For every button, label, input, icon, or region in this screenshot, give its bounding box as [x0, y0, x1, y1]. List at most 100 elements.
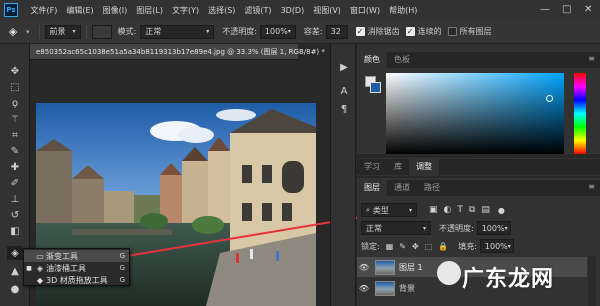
- layer-opacity-label: 不透明度:: [439, 223, 474, 233]
- menu-3d[interactable]: 3D(D): [276, 6, 309, 15]
- lock-all-icon[interactable]: 🔒: [438, 242, 448, 251]
- pattern-picker[interactable]: [91, 24, 112, 39]
- dodge-tool-icon[interactable]: ●: [7, 282, 23, 296]
- opacity-value: 100%: [264, 27, 288, 36]
- healing-brush-tool-icon[interactable]: ✚: [7, 160, 23, 174]
- chevron-down-icon: ▾: [507, 242, 511, 250]
- tab-channels[interactable]: 通道: [387, 180, 417, 196]
- paint-bucket-tool-label: 油漆桶工具: [46, 263, 86, 273]
- character-panel-icon[interactable]: A: [337, 84, 351, 98]
- paint-bucket-icon[interactable]: ◈: [0, 25, 26, 38]
- layer-name[interactable]: 图层 1: [399, 262, 423, 273]
- contiguous-checkbox[interactable]: ✓: [405, 27, 415, 36]
- paint-bucket-tool-icon[interactable]: ◈: [7, 246, 23, 260]
- tolerance-input[interactable]: 32: [325, 24, 348, 39]
- chevron-down-icon: ▾: [408, 206, 412, 214]
- gradient-icon: ▭: [36, 251, 44, 261]
- photoshop-logo: Ps: [4, 3, 18, 17]
- maximize-button[interactable]: □: [562, 4, 571, 15]
- menu-window[interactable]: 窗口(W): [345, 5, 384, 16]
- paragraph-panel-icon[interactable]: ¶: [337, 102, 351, 116]
- filter-toggle-icon[interactable]: ●: [498, 206, 505, 215]
- menu-edit[interactable]: 编辑(E): [62, 5, 98, 16]
- visibility-eye-icon[interactable]: 👁: [357, 263, 371, 272]
- layer-name[interactable]: 背景: [399, 283, 415, 294]
- panel-menu-icon[interactable]: ≡: [588, 182, 595, 191]
- lock-position-icon[interactable]: ✥: [412, 242, 419, 251]
- adjustments-panel: 学习 库 调整: [357, 158, 600, 176]
- tab-layers[interactable]: 图层: [357, 180, 387, 196]
- chevron-down-icon: ▾: [422, 224, 426, 232]
- opacity-label: 不透明度:: [222, 27, 257, 36]
- tab-paths[interactable]: 路径: [417, 180, 447, 196]
- layers-scrollbar[interactable]: [588, 256, 596, 306]
- tab-libraries[interactable]: 库: [387, 159, 409, 175]
- fill-input[interactable]: 100% ▾: [479, 239, 514, 253]
- smart-object-filter-icon[interactable]: ▤: [481, 205, 490, 215]
- options-bar: ◈ ▾ 前景 ▾ 模式: 正常 ▾ 不透明度: 100% ▾ 容差: 32 ✓ 消除锯…: [0, 20, 600, 44]
- color-picker-cursor[interactable]: [546, 95, 553, 102]
- marquee-tool-icon[interactable]: ⬚: [7, 80, 23, 94]
- tab-learn[interactable]: 学习: [357, 159, 387, 175]
- move-tool-icon[interactable]: ✥: [7, 64, 23, 78]
- chevron-down-icon[interactable]: ▾: [26, 28, 30, 36]
- menu-file[interactable]: 文件(F): [26, 5, 62, 16]
- antialias-checkbox[interactable]: ✓: [355, 27, 365, 36]
- fill-source-select[interactable]: 前景 ▾: [44, 24, 81, 39]
- lock-image-icon[interactable]: ✎: [399, 242, 406, 251]
- layer-thumbnail: [375, 280, 395, 296]
- menu-select[interactable]: 选择(S): [204, 5, 240, 16]
- opacity-input[interactable]: 100% ▾: [259, 24, 296, 39]
- tab-adjustments[interactable]: 调整: [409, 159, 439, 175]
- blend-mode-select[interactable]: 正常 ▾: [361, 221, 431, 235]
- gradient-tool-shortcut: G: [119, 252, 125, 260]
- gradient-tool-item[interactable]: ▭ 渐变工具 G: [24, 250, 129, 262]
- menu-view[interactable]: 视图(V): [309, 5, 346, 16]
- visibility-eye-icon[interactable]: 👁: [357, 284, 371, 293]
- layer-filter-select[interactable]: ⌕ 类型 ▾: [361, 203, 417, 217]
- hue-slider[interactable]: [574, 73, 586, 154]
- document-title: e850352ac65c1038e51a5a34b8119313b17e89e4…: [36, 47, 325, 56]
- document-tab[interactable]: e850352ac65c1038e51a5a34b8119313b17e89e4…: [30, 44, 337, 60]
- tab-color[interactable]: 颜色: [357, 52, 387, 68]
- panel-menu-icon[interactable]: ≡: [588, 54, 595, 63]
- mode-select[interactable]: 正常 ▾: [140, 24, 215, 39]
- eyedropper-tool-icon[interactable]: ✎: [7, 144, 23, 158]
- menu-layer[interactable]: 图层(L): [132, 5, 168, 16]
- pixel-filter-icon[interactable]: ▣: [429, 205, 438, 215]
- magic-wand-tool-icon[interactable]: ⚚: [7, 112, 23, 126]
- background-color-swatch[interactable]: [370, 82, 381, 93]
- type-filter-icon[interactable]: T: [457, 205, 463, 215]
- crop-tool-icon[interactable]: ⌗: [7, 128, 23, 142]
- 3d-material-drop-icon: ◆: [36, 275, 44, 285]
- 3d-material-drop-tool-item[interactable]: ◆ 3D 材质拖放工具 G: [24, 274, 129, 286]
- watermark-text: 广东龙网: [462, 267, 555, 292]
- lock-artboard-icon[interactable]: ⬚: [425, 242, 433, 251]
- close-window-button[interactable]: ✕: [584, 4, 592, 15]
- menu-filter[interactable]: 滤镜(T): [240, 5, 276, 16]
- adjustments-panel-tabs: 学习 库 调整: [357, 159, 600, 175]
- menu-image[interactable]: 图像(I): [98, 5, 132, 16]
- adjustment-filter-icon[interactable]: ◐: [444, 205, 452, 215]
- fill-value: 100%: [484, 241, 508, 251]
- brush-tool-icon[interactable]: ✐: [7, 176, 23, 190]
- lock-transparent-icon[interactable]: ▦: [386, 242, 394, 251]
- blur-tool-icon[interactable]: ▲: [7, 264, 23, 278]
- tab-swatches[interactable]: 色板: [387, 52, 417, 68]
- menu-help[interactable]: 帮助(H): [385, 5, 422, 16]
- eraser-tool-icon[interactable]: ◧: [7, 224, 23, 238]
- chevron-down-icon: ▾: [206, 28, 210, 35]
- history-panel-icon[interactable]: ▶: [337, 60, 351, 74]
- minimize-button[interactable]: —: [540, 4, 550, 15]
- history-brush-tool-icon[interactable]: ↺: [7, 208, 23, 222]
- color-picker-field[interactable]: [386, 73, 564, 154]
- clone-stamp-tool-icon[interactable]: ⊥: [7, 192, 23, 206]
- paint-bucket-tool-item[interactable]: ■ ◈ 油漆桶工具 G: [24, 262, 129, 274]
- layer-opacity-input[interactable]: 100% ▾: [476, 221, 511, 235]
- shape-filter-icon[interactable]: ⧉: [469, 205, 475, 215]
- mode-label: 模式:: [117, 27, 137, 36]
- layer-blend-row: 正常 ▾ 不透明度: 100% ▾: [357, 220, 600, 236]
- lasso-tool-icon[interactable]: ϙ: [7, 96, 23, 110]
- menu-type[interactable]: 文字(Y): [167, 5, 203, 16]
- all-layers-checkbox[interactable]: [447, 27, 457, 36]
